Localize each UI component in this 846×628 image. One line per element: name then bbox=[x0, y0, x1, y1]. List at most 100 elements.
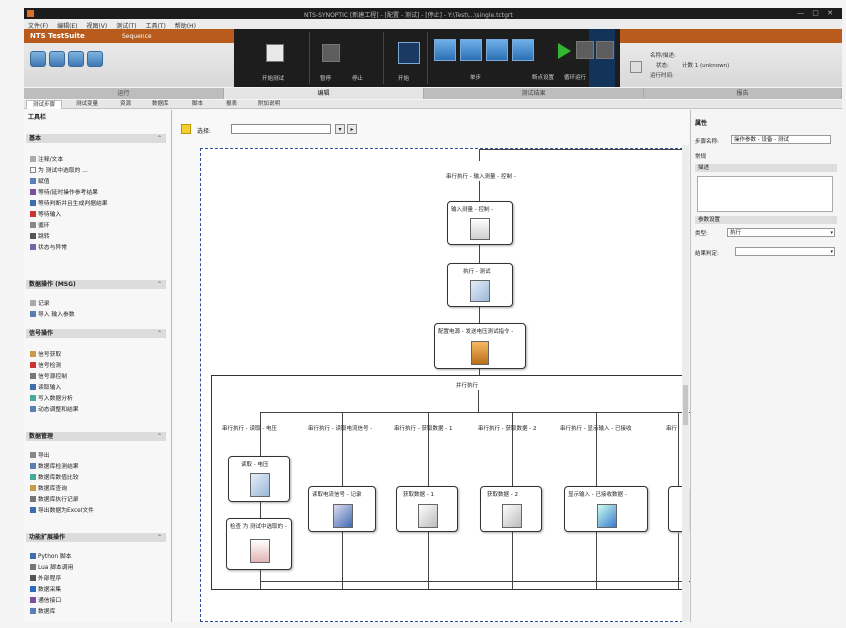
toolbox-item[interactable]: 等待判断并且生成判据结果 bbox=[30, 198, 108, 207]
tab-run[interactable]: 运行 bbox=[24, 88, 224, 99]
comment-icon bbox=[30, 156, 36, 162]
connector bbox=[479, 149, 480, 161]
params-section[interactable]: 参数设置 bbox=[695, 216, 837, 224]
step-block-execute[interactable]: 执行 - 测试 bbox=[447, 263, 513, 307]
step-block-get-data-2[interactable]: 获取数据 - 2 bbox=[480, 486, 542, 532]
subtab-resources[interactable]: 资源 bbox=[114, 100, 137, 109]
tab-results[interactable]: 测试结果 bbox=[424, 88, 644, 99]
toolbox-section-signal[interactable]: 信号操作 ⌃ bbox=[26, 329, 166, 338]
toolbox-section-data[interactable]: 数据操作 (MSG) ⌃ bbox=[26, 280, 166, 289]
window-controls[interactable]: — ▢ ✕ bbox=[797, 9, 836, 17]
item-label: 通信接口 bbox=[38, 598, 62, 604]
toolbox-section-extensions[interactable]: 功能扩展操作 ⌃ bbox=[26, 533, 166, 542]
toolbox-section-data-mgmt[interactable]: 数据管理 ⌃ bbox=[26, 432, 166, 441]
result-judge-dropdown[interactable]: ▾ bbox=[735, 247, 835, 256]
toolbox-item[interactable]: 等待输入 bbox=[30, 209, 61, 218]
subtab-database[interactable]: 数据库 bbox=[146, 100, 175, 109]
toolbox-item[interactable]: Lua 脚本调用 bbox=[30, 562, 73, 571]
run-to-cursor-icon[interactable] bbox=[512, 39, 534, 61]
step-over-icon[interactable] bbox=[460, 39, 482, 61]
parallel-block[interactable]: 并行执行 串行执行 - 读取 - 电压 读取 - 电压 检查 为 测试中选取的 … bbox=[211, 375, 690, 590]
step-block-read-voltage[interactable]: 读取 - 电压 bbox=[228, 456, 290, 502]
select-dropdown[interactable] bbox=[231, 124, 331, 134]
write-data-icon bbox=[30, 395, 36, 401]
step-block-input[interactable]: 输入测量 - 控制 - bbox=[447, 201, 513, 245]
pause-icon[interactable] bbox=[322, 44, 340, 62]
item-label: 动态调整和结果 bbox=[38, 407, 79, 413]
step-block-check[interactable]: 检查 为 测试中选取的 - bbox=[226, 518, 292, 570]
toolbox-item[interactable]: 导出数据为Excel文件 bbox=[30, 505, 94, 514]
warning-icon[interactable] bbox=[181, 124, 191, 134]
toolbox-item[interactable]: 循环 bbox=[30, 220, 50, 229]
begin-icon[interactable] bbox=[398, 42, 420, 64]
toolbox-item[interactable]: 记录 bbox=[30, 298, 50, 307]
step-name-field[interactable]: 操作参数 - 设备 - 测试 bbox=[731, 135, 831, 144]
toolbox-item[interactable]: 信号源控制 bbox=[30, 371, 67, 380]
toolbox-item[interactable]: 写入数据分析 bbox=[30, 393, 73, 402]
subtab-script[interactable]: 脚本 bbox=[186, 100, 209, 109]
debug-run-icon[interactable] bbox=[596, 41, 614, 59]
tab-report[interactable]: 报告 bbox=[644, 88, 842, 99]
connector bbox=[260, 412, 690, 413]
tab-edit[interactable]: 编辑 bbox=[224, 88, 424, 99]
step-block-read-current[interactable]: 读取电流信号 - 记录 bbox=[308, 486, 376, 532]
description-textarea[interactable] bbox=[697, 176, 833, 212]
window-layout-icon[interactable] bbox=[87, 51, 103, 67]
toolbox-item[interactable]: 导入 输入参数 bbox=[30, 309, 75, 318]
run-icon[interactable] bbox=[554, 41, 574, 61]
loop-run-icon[interactable] bbox=[576, 41, 594, 59]
toolbox-item[interactable]: 信号获取 bbox=[30, 349, 61, 358]
toolbox-item[interactable]: 读取输入 bbox=[30, 382, 61, 391]
assign-icon bbox=[30, 178, 36, 184]
collapse-icon: ⌃ bbox=[156, 433, 162, 440]
toolbox-section-basic[interactable]: 基本 ⌃ bbox=[26, 134, 166, 143]
wait-icon bbox=[30, 189, 36, 195]
item-label: 读取输入 bbox=[38, 385, 62, 391]
save-project-icon[interactable] bbox=[49, 51, 65, 67]
toolbox-item[interactable]: 跳转 bbox=[30, 231, 50, 240]
new-project-icon[interactable] bbox=[68, 51, 84, 67]
subtab-steps[interactable]: 测试步骤 bbox=[26, 100, 63, 109]
open-project-icon[interactable] bbox=[30, 51, 46, 67]
step-name-label: 步骤名称: bbox=[695, 139, 719, 145]
toolbox-item[interactable]: 导出 bbox=[30, 450, 50, 459]
comment-section[interactable]: 描述 bbox=[695, 164, 837, 172]
subtab-reports[interactable]: 报表 bbox=[220, 100, 243, 109]
toolbox-item[interactable]: 数据库检测结果 bbox=[30, 461, 79, 470]
toolbox-item[interactable]: 赋值 bbox=[30, 176, 50, 185]
main-tab-bar: 运行 编辑 测试结果 报告 bbox=[24, 88, 842, 99]
toolbox-item[interactable]: 数据库数值比较 bbox=[30, 472, 79, 481]
step-into-icon[interactable] bbox=[434, 39, 456, 61]
go-icon[interactable]: ▸ bbox=[347, 124, 357, 134]
toolbox-item[interactable]: Python 脚本 bbox=[30, 551, 72, 560]
subtab-notes[interactable]: 附加说明 bbox=[252, 100, 286, 109]
start-test-icon[interactable] bbox=[266, 44, 284, 62]
scroll-thumb[interactable] bbox=[683, 385, 688, 425]
toolbox-item[interactable]: 数据库执行记录 bbox=[30, 494, 79, 503]
section-label: 功能扩展操作 bbox=[29, 534, 66, 541]
step-block-power[interactable]: 配置电源 - 发送电压测试指令 - bbox=[434, 323, 526, 369]
dropdown-arrow-icon[interactable]: ▾ bbox=[335, 124, 345, 134]
top-sequence-label: 串行执行 - 输入测量 - 控制 - bbox=[446, 174, 516, 180]
toolbox-item[interactable]: 信号检测 bbox=[30, 360, 61, 369]
subtab-variables[interactable]: 测试变量 bbox=[70, 100, 104, 109]
step-block-display[interactable]: 显示输入 - 已接收数据 - bbox=[564, 486, 648, 532]
window-title: NTS-SYNOPTIC [新建工程] - [配置 - 测试] - [停止] -… bbox=[304, 12, 513, 19]
toolbox-item[interactable]: 数据库查询 bbox=[30, 483, 67, 492]
signal-source-icon bbox=[30, 373, 36, 379]
export-icon bbox=[30, 452, 36, 458]
step-out-icon[interactable] bbox=[486, 39, 508, 61]
canvas-scrollbar[interactable] bbox=[682, 145, 689, 622]
step-block-get-data-1[interactable]: 获取数据 - 1 bbox=[396, 486, 458, 532]
toolbox-item[interactable]: 动态调整和结果 bbox=[30, 404, 79, 413]
toolbox-item[interactable]: 为 测试中选取的 ... bbox=[30, 165, 88, 174]
toolbox-item[interactable]: 等待/延时操作参考结果 bbox=[30, 187, 98, 196]
toolbox-item[interactable]: 通信接口 bbox=[30, 595, 61, 604]
toolbox-item[interactable]: 数据采集 bbox=[30, 584, 61, 593]
toolbox-item[interactable]: 数据库 bbox=[30, 606, 55, 615]
toolbox-item[interactable]: 外部程序 bbox=[30, 573, 61, 582]
toolbox-item[interactable]: 注释/文本 bbox=[30, 154, 63, 163]
toolbox-item[interactable]: 状态与异常 bbox=[30, 242, 67, 251]
type-dropdown[interactable]: 执行 ▾ bbox=[727, 228, 835, 237]
block-label: 配置电源 - 发送电压测试指令 - bbox=[438, 329, 514, 335]
